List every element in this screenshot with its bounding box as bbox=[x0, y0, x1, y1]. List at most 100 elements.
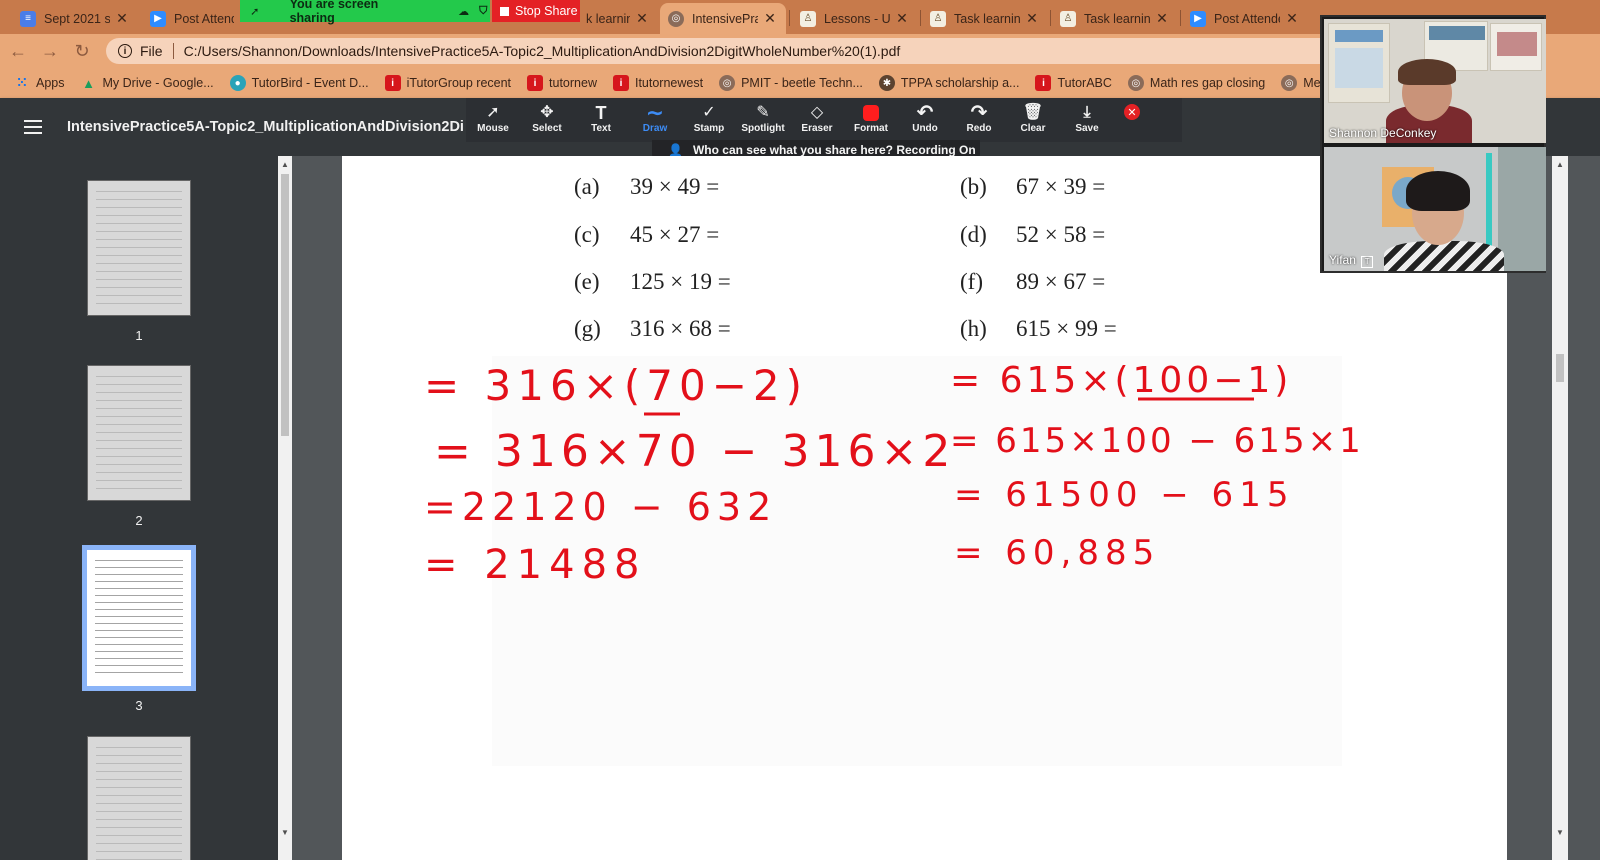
tab-intensive-practice[interactable]: ◎ IntensivePra ✕ bbox=[660, 3, 786, 34]
tool-select[interactable]: ✥ Select bbox=[520, 98, 574, 142]
bookmark-tutorbird[interactable]: ● TutorBird - Event D... bbox=[229, 75, 369, 91]
close-icon[interactable]: ✕ bbox=[1024, 10, 1040, 27]
tool-format[interactable]: Format bbox=[844, 98, 898, 142]
scrollbar-thumb[interactable] bbox=[281, 174, 289, 436]
tool-spotlight[interactable]: ✎ Spotlight bbox=[736, 98, 790, 142]
bookmark-label: Math res gap closing bbox=[1149, 76, 1266, 90]
bookmark-tutorabc[interactable]: i TutorABC bbox=[1035, 75, 1112, 91]
tab-sept-2021[interactable]: ≡ Sept 2021 sc ✕ bbox=[12, 3, 138, 34]
address-bar[interactable]: i File C:/Users/Shannon/Downloads/Intens… bbox=[106, 38, 1356, 64]
tool-redo[interactable]: ↷ Redo bbox=[952, 98, 1006, 142]
bookmark-itutorgroup[interactable]: i iTutorGroup recent bbox=[384, 75, 512, 91]
pdf-title: IntensivePractice5A-Topic2_Multiplicatio… bbox=[67, 119, 463, 135]
url-text: C:/Users/Shannon/Downloads/IntensivePrac… bbox=[183, 43, 901, 59]
thumbnail-content bbox=[96, 376, 182, 490]
scroll-down-arrow-icon[interactable]: ▼ bbox=[1552, 828, 1568, 837]
close-icon[interactable]: ✕ bbox=[1284, 10, 1300, 27]
tool-label: Save bbox=[1075, 123, 1099, 134]
bookmark-label: tutornew bbox=[549, 76, 597, 90]
bookmark-tutornew[interactable]: i tutornew bbox=[527, 75, 597, 91]
bookmark-pmit[interactable]: ◎ PMIT - beetle Techn... bbox=[719, 75, 863, 91]
scroll-up-arrow-icon[interactable]: ▲ bbox=[278, 160, 292, 169]
page-thumbnail-3[interactable] bbox=[82, 545, 196, 691]
recording-notice-text: Who can see what you share here? Recordi… bbox=[692, 143, 976, 157]
mouse-pointer-icon: ➚ bbox=[486, 104, 500, 121]
scroll-up-arrow-icon[interactable]: ▲ bbox=[1552, 160, 1568, 169]
wall-poster bbox=[1490, 23, 1542, 71]
stop-share-button[interactable]: Stop Share bbox=[492, 0, 580, 22]
user-icon: 👤 bbox=[668, 143, 683, 157]
bookmark-label: TutorBird - Event D... bbox=[251, 76, 369, 90]
tool-mouse[interactable]: ➚ Mouse bbox=[466, 98, 520, 142]
video-panel: Shannon DeConkey Yifan T bbox=[1320, 15, 1546, 273]
main-scrollbar[interactable]: ▲ ▼ bbox=[1552, 156, 1568, 860]
poster-block bbox=[1335, 30, 1383, 42]
video-tile-shannon[interactable]: Shannon DeConkey bbox=[1324, 19, 1546, 143]
thumbnail-content bbox=[95, 560, 183, 676]
page-thumbnail-4[interactable] bbox=[87, 736, 191, 860]
close-icon[interactable]: ✕ bbox=[114, 10, 130, 27]
scrollbar-thumb[interactable] bbox=[1556, 354, 1564, 382]
bookmark-label: PMIT - beetle Techn... bbox=[741, 76, 863, 90]
thumbnail-sidebar: 1 2 3 bbox=[0, 156, 278, 860]
close-icon[interactable]: ✕ bbox=[634, 10, 650, 27]
tool-draw[interactable]: ∼ Draw bbox=[628, 98, 682, 142]
screen: ≡ Sept 2021 sc ✕ ▶ Post Attende k learni… bbox=[0, 0, 1600, 860]
poster-block bbox=[1429, 26, 1485, 40]
participant-hair bbox=[1406, 171, 1470, 211]
reload-icon[interactable]: ↻ bbox=[68, 37, 96, 65]
poster-block bbox=[1497, 32, 1537, 56]
tool-label: Format bbox=[854, 123, 888, 134]
page-thumbnail-1[interactable] bbox=[87, 180, 191, 316]
tab-post-attendee-2[interactable]: ▶ Post Attende ✕ bbox=[1182, 3, 1308, 34]
undo-icon: ↶ bbox=[916, 102, 934, 124]
poster-block bbox=[1335, 48, 1383, 88]
hamburger-menu-icon[interactable] bbox=[24, 120, 42, 134]
tab-title: Task learning bbox=[1084, 11, 1150, 26]
tool-clear[interactable]: 🗑 Clear bbox=[1006, 98, 1060, 142]
tab-title: Post Attende bbox=[1214, 11, 1280, 26]
tool-text[interactable]: T Text bbox=[574, 98, 628, 142]
bookmark-itutornewest[interactable]: i Itutornewest bbox=[612, 75, 703, 91]
tab-k-learning[interactable]: k learning ✕ bbox=[582, 3, 658, 34]
tool-stamp[interactable]: ✓ Stamp bbox=[682, 98, 736, 142]
tool-undo[interactable]: ↶ Undo bbox=[898, 98, 952, 142]
forward-arrow-icon[interactable]: → bbox=[36, 37, 64, 65]
tab-task-learning-2[interactable]: ♙ Task learning ✕ bbox=[1052, 3, 1178, 34]
tab-task-learning-1[interactable]: ♙ Task learning ✕ bbox=[922, 3, 1048, 34]
scroll-down-arrow-icon[interactable]: ▼ bbox=[278, 828, 292, 837]
bookmark-apps[interactable]: ⁙ Apps bbox=[14, 75, 65, 91]
bookmark-my-drive[interactable]: ▲ My Drive - Google... bbox=[81, 75, 214, 91]
bookmark-math-res[interactable]: ◎ Math res gap closing bbox=[1127, 75, 1266, 91]
globe-icon: ◎ bbox=[668, 10, 684, 27]
back-arrow-icon[interactable]: ← bbox=[4, 37, 32, 65]
sidebar-scrollbar[interactable]: ▲ ▼ bbox=[278, 156, 292, 860]
tutorbird-icon: ● bbox=[229, 75, 246, 91]
bookmark-label: Apps bbox=[36, 76, 65, 90]
close-icon[interactable]: ✕ bbox=[762, 10, 778, 27]
video-tile-yifan[interactable]: Yifan T bbox=[1324, 147, 1546, 271]
info-icon[interactable]: i bbox=[118, 44, 132, 58]
globe-icon: ◎ bbox=[719, 75, 736, 91]
close-icon[interactable]: ✕ bbox=[1154, 10, 1170, 27]
format-swatch-icon bbox=[863, 105, 879, 121]
close-icon[interactable]: ✕ bbox=[894, 10, 910, 27]
captions-icon: T bbox=[1361, 256, 1374, 268]
curtain bbox=[1498, 147, 1546, 271]
window-edge bbox=[1568, 156, 1600, 860]
participant-body bbox=[1384, 241, 1504, 271]
tab-title: Post Attende bbox=[174, 11, 234, 26]
bookmark-tppa[interactable]: ✱ TPPA scholarship a... bbox=[878, 75, 1019, 91]
tool-save[interactable]: ⤓ Save bbox=[1060, 98, 1114, 142]
tool-eraser[interactable]: ◇ Eraser bbox=[790, 98, 844, 142]
screen-sharing-indicator[interactable]: ➚ You are screen sharing ☁ ⛉ bbox=[240, 0, 490, 25]
page-thumbnail-2[interactable] bbox=[87, 365, 191, 501]
draw-icon: ∼ bbox=[645, 100, 665, 125]
tab-post-attendee[interactable]: ▶ Post Attende bbox=[142, 3, 242, 34]
tab-lessons[interactable]: ♙ Lessons - Un ✕ bbox=[792, 3, 918, 34]
tab-separator bbox=[1180, 10, 1181, 26]
bookmark-label: iTutorGroup recent bbox=[406, 76, 512, 90]
close-annotation-icon[interactable]: ✕ bbox=[1124, 104, 1140, 120]
stop-square-icon bbox=[500, 6, 509, 16]
bookmark-label: TutorABC bbox=[1057, 76, 1112, 90]
